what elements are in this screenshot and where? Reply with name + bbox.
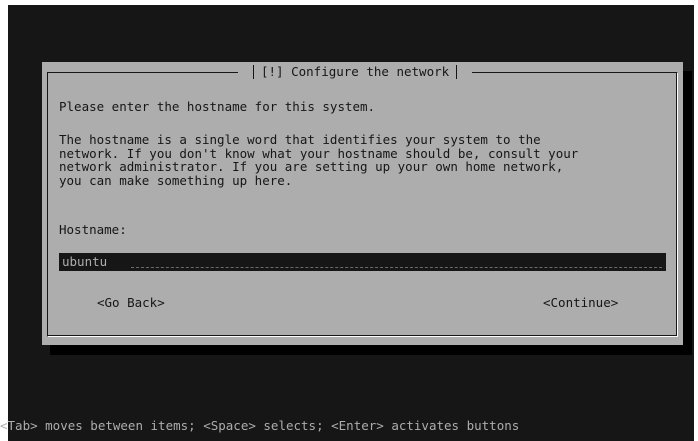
hostname-prompt: Please enter the hostname for this syste… [59,99,376,114]
dialog-title: [!] Configure the network [261,64,450,79]
keyboard-help-line: <Tab> moves between items; <Space> selec… [0,418,520,433]
hostname-description: The hostname is a single word that ident… [59,132,579,188]
continue-button[interactable]: <Continue> [543,295,618,310]
hostname-input[interactable]: ubuntu [59,253,666,271]
go-back-button[interactable]: <Go Back> [97,295,165,310]
installer-screen: [!] Configure the network Please enter t… [8,5,694,441]
configure-network-dialog: [!] Configure the network Please enter t… [42,62,683,345]
hostname-label: Hostname: [59,222,127,237]
dialog-title-bar: [!] Configure the network [238,63,473,81]
hostname-value[interactable]: ubuntu [62,253,107,271]
title-right-divider [456,65,458,79]
input-fill-underline [131,267,662,268]
title-left-divider [253,65,254,79]
